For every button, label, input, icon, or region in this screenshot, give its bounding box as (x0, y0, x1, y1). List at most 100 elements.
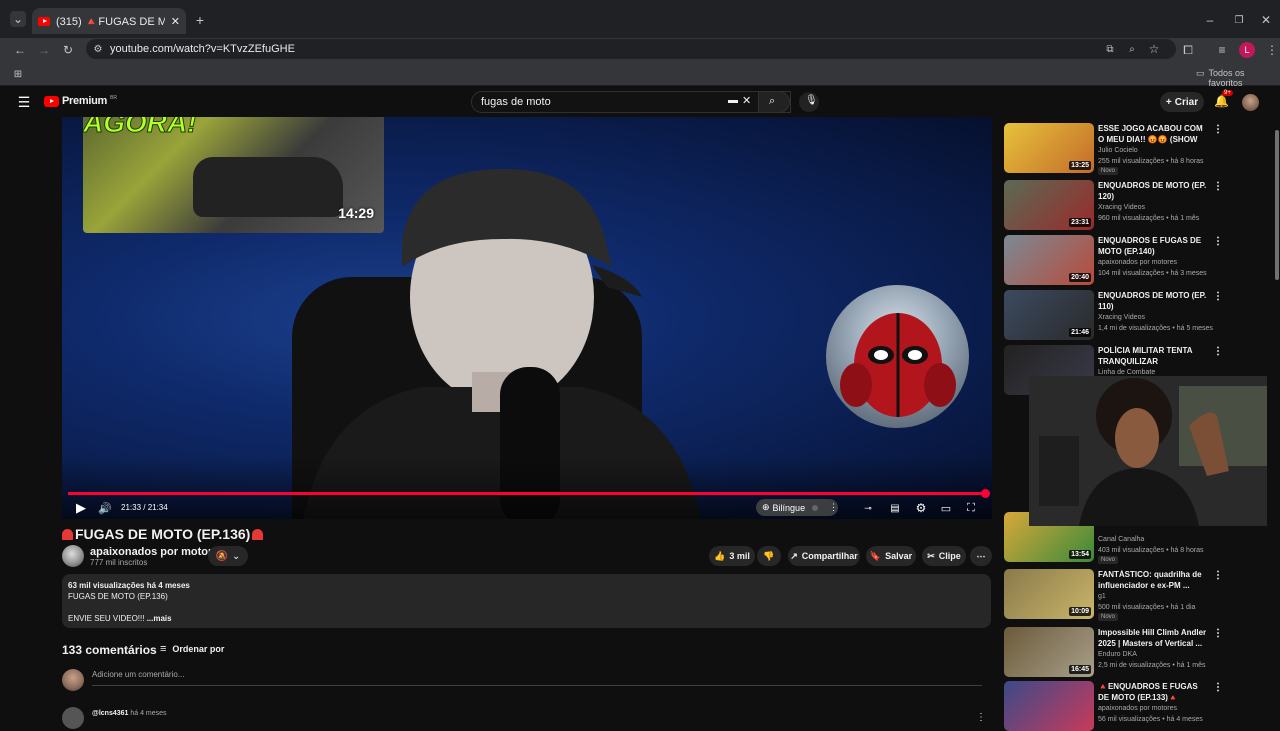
restore-icon[interactable]: ❐ (1231, 12, 1247, 28)
captions-options-icon[interactable]: ⋮ (829, 502, 838, 513)
recommended-video-channel[interactable]: Julio Cocielo (1098, 147, 1138, 154)
recommended-video-channel[interactable]: apaixonados por motores (1098, 259, 1177, 266)
more-options-icon[interactable]: ⋮ (1213, 291, 1223, 302)
clear-search-icon[interactable]: ✕ (742, 94, 751, 107)
channel-avatar[interactable] (62, 545, 84, 567)
more-actions-button[interactable]: ⋯ (970, 546, 992, 566)
more-options-icon[interactable]: ⋮ (1213, 570, 1223, 581)
chrome-menu-icon[interactable]: ⋮ (1264, 42, 1280, 58)
recommended-video-thumbnail[interactable]: 16:45 (1004, 627, 1094, 677)
recommended-video-title[interactable]: ENQUADROS DE MOTO (EP. 110) (1098, 291, 1210, 312)
search-input[interactable]: fugas de moto ▬ ✕ (471, 91, 791, 113)
site-info-icon[interactable]: ⚙ (90, 41, 106, 57)
recommended-video-thumbnail[interactable]: 10:09 (1004, 569, 1094, 619)
recommended-video-thumbnail[interactable] (1004, 681, 1094, 731)
recommended-video-channel[interactable]: g1 (1098, 593, 1106, 600)
subscription-bell-button[interactable]: 🔕 ⌄ (208, 546, 248, 566)
description-box[interactable]: 63 mil visualizações há 4 meses FUGAS DE… (62, 574, 991, 628)
more-options-icon[interactable]: ⋮ (1213, 124, 1223, 135)
show-more-link[interactable]: ...mais (147, 614, 172, 623)
recommended-video-item[interactable]: 20:40 ENQUADROS E FUGAS DE MOTO (EP.140) a… (1004, 235, 1274, 285)
play-icon[interactable]: ▶ (72, 500, 90, 516)
recommended-video-title[interactable]: ESSE JOGO ACABOU COM O MEU DIA!! 😡😡 (SHO… (1098, 124, 1210, 145)
recommended-video-thumbnail[interactable]: 23:31 (1004, 180, 1094, 230)
recommended-video-channel[interactable]: apaixonados por motores (1098, 705, 1177, 712)
comment-more-icon[interactable]: ⋮ (976, 712, 986, 723)
new-tab-icon[interactable]: + (192, 12, 208, 28)
bookmark-star-icon[interactable]: ☆ (1146, 41, 1162, 57)
more-options-icon[interactable]: ⋮ (1213, 628, 1223, 639)
comment-author[interactable]: @lcns4361 (92, 710, 128, 717)
dislike-button[interactable]: 👎 (757, 546, 781, 566)
video-player[interactable]: AGORA! 14:29 ▶ 🔊 21:33 / 21:34 ⊕ Bilíngu… (62, 117, 992, 519)
more-options-icon[interactable]: ⋮ (1213, 236, 1223, 247)
recommended-video-channel[interactable]: Canal Canalha (1098, 536, 1144, 543)
create-button[interactable]: + Criar (1160, 92, 1204, 112)
recommended-video-thumbnail[interactable]: 21:46 (1004, 290, 1094, 340)
sort-comments-button[interactable]: ≡ Ordenar por (160, 643, 224, 655)
recommended-video-title[interactable]: FANTÁSTICO: quadrilha de influenciador e… (1098, 570, 1210, 591)
close-tab-icon[interactable]: ✕ (171, 15, 180, 28)
fullscreen-icon[interactable]: ⛶ (962, 500, 980, 516)
recommended-video-title[interactable]: Impossible Hill Climb Andler 2025 | Mast… (1098, 628, 1210, 649)
recommended-video-item[interactable]: 13:25 ESSE JOGO ACABOU COM O MEU DIA!! 😡😡… (1004, 123, 1274, 175)
recommended-video-title[interactable]: POLÍCIA MILITAR TENTA TRANQUILIZAR COMUN… (1098, 346, 1210, 367)
recommended-video-channel[interactable]: Linha de Combate (1098, 369, 1155, 376)
recommended-video-title[interactable]: ENQUADROS E FUGAS DE MOTO (EP.140) (1098, 236, 1210, 257)
add-comment-input[interactable]: Adicione um comentário... (92, 670, 982, 686)
profile-avatar[interactable]: L (1239, 42, 1255, 58)
recommended-video-channel[interactable]: Xracing Videos (1098, 204, 1145, 211)
settings-gear-icon[interactable]: ⚙ (912, 500, 930, 516)
search-button[interactable]: ⌕ (758, 91, 790, 113)
recommended-video-item[interactable]: 10:09 FANTÁSTICO: quadrilha de influencia… (1004, 569, 1274, 621)
share-button[interactable]: ↗ Compartilhar (788, 546, 860, 566)
guide-menu-icon[interactable]: ☰ (16, 94, 32, 110)
extensions-icon[interactable]: ⧠ (1180, 42, 1196, 58)
voice-search-button[interactable]: 🎙 (799, 92, 819, 112)
more-options-icon[interactable]: ⋮ (1213, 181, 1223, 192)
captions-language-pill[interactable]: ⊕ Bilíngue ⋮ (756, 499, 838, 516)
recommended-video-item[interactable]: 🔺ENQUADROS E FUGAS DE MOTO (EP.133)🔺 apai… (1004, 681, 1274, 731)
clip-button[interactable]: ✂ Clipe (922, 546, 966, 566)
autoplay-toggle-icon[interactable]: ⊸ (859, 500, 877, 516)
apps-grid-icon[interactable]: ⊞ (10, 66, 26, 82)
url-field[interactable]: ⚙ youtube.com/watch?v=KTvzZEfuGHE ⧉ ⌕ ☆ (86, 39, 1176, 59)
progress-bar[interactable] (68, 492, 985, 495)
more-options-icon[interactable]: ⋮ (1213, 346, 1223, 357)
more-options-icon[interactable]: ⋮ (1213, 682, 1223, 693)
subtitles-icon[interactable]: ▤ (886, 500, 904, 516)
window-close-icon[interactable]: ✕ (1258, 12, 1274, 28)
like-button[interactable]: 👍 3 mil (709, 546, 755, 566)
recommended-video-title[interactable]: 🔺ENQUADROS E FUGAS DE MOTO (EP.133)🔺 (1098, 682, 1210, 703)
recommended-video-channel[interactable]: Enduro DKA (1098, 651, 1137, 658)
recommended-video-thumbnail[interactable]: 20:40 (1004, 235, 1094, 285)
account-avatar[interactable] (1242, 94, 1259, 111)
youtube-logo[interactable]: Premium BR (44, 95, 117, 107)
minimize-icon[interactable]: – (1202, 12, 1218, 28)
scrollbar-thumb[interactable] (1275, 130, 1279, 280)
theater-mode-icon[interactable]: ▭ (937, 500, 955, 516)
tab-search-icon[interactable]: ⌄ (10, 11, 26, 27)
scrubber-handle[interactable] (981, 489, 990, 498)
forward-icon[interactable]: → (36, 42, 52, 58)
back-icon[interactable]: ← (12, 42, 28, 58)
save-button[interactable]: 🔖 Salvar (866, 546, 916, 566)
youtube-masthead: ☰ Premium BR fugas de moto ▬ ✕ ⌕ 🎙 + Cri… (0, 87, 1280, 117)
notifications-bell-icon[interactable]: 🔔 (1214, 94, 1229, 108)
browser-tab[interactable]: (315) 🔺FUGAS DE MOTO (EP.1 ✕ (32, 8, 186, 34)
media-icon[interactable]: ≡ (1214, 42, 1230, 58)
install-icon[interactable]: ⧉ (1102, 41, 1118, 57)
all-bookmarks[interactable]: ▭ Todos os favoritos (1196, 68, 1280, 88)
recommended-video-title[interactable]: ENQUADROS DE MOTO (EP. 120) (1098, 181, 1210, 202)
recommended-video-item[interactable]: 21:46 ENQUADROS DE MOTO (EP. 110) Xracing … (1004, 290, 1274, 340)
recommended-video-channel[interactable]: Xracing Videos (1098, 314, 1145, 321)
comment-author-avatar[interactable] (62, 707, 84, 729)
recommended-video-item[interactable]: 16:45 Impossible Hill Climb Andler 2025 |… (1004, 627, 1274, 677)
volume-icon[interactable]: 🔊 (96, 500, 114, 516)
keyboard-icon[interactable]: ▬ (728, 95, 738, 106)
recommended-video-item[interactable]: 23:31 ENQUADROS DE MOTO (EP. 120) Xracing … (1004, 180, 1274, 230)
captions-toggle[interactable] (812, 504, 818, 511)
zoom-icon[interactable]: ⌕ (1124, 41, 1140, 57)
reload-icon[interactable]: ↻ (60, 42, 76, 58)
recommended-video-thumbnail[interactable]: 13:25 (1004, 123, 1094, 173)
